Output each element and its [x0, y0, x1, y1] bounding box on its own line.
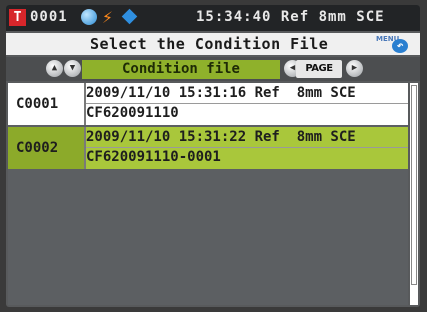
- condition-info: 2009/11/10 15:31:16 Ref 8mm SCE: [86, 85, 356, 101]
- back-arrow-icon: ↶: [392, 39, 408, 53]
- device-screen: T 0001 ⚡ 15:34:40 Ref 8mm SCE Select the…: [6, 5, 420, 307]
- divider: [86, 147, 408, 148]
- globe-icon: [81, 9, 97, 25]
- title-bar: Select the Condition File MENU ↶: [6, 33, 420, 55]
- down-arrow-button[interactable]: ▼: [64, 60, 81, 77]
- list-item[interactable]: C0001 2009/11/10 15:31:16 Ref 8mm SCE CF…: [8, 83, 408, 125]
- status-bar: T 0001 ⚡ 15:34:40 Ref 8mm SCE: [6, 5, 420, 31]
- condition-filename: CF620091110: [86, 105, 179, 121]
- page-right-button[interactable]: ▶: [346, 60, 363, 77]
- scrollbar[interactable]: [410, 83, 418, 305]
- list-item-selected[interactable]: C0002 2009/11/10 15:31:22 Ref 8mm SCE CF…: [8, 127, 408, 169]
- condition-info: 2009/11/10 15:31:22 Ref 8mm SCE: [86, 129, 356, 145]
- page-indicator: PAGE: [296, 60, 342, 78]
- condition-filename: CF620091110-0001: [86, 149, 221, 165]
- navigation-bar: ▲ ▼ Condition file ◀ PAGE ▶: [6, 57, 420, 81]
- menu-back-button[interactable]: MENU ↶: [376, 35, 414, 53]
- condition-file-header: Condition file: [82, 60, 280, 79]
- lightning-icon: ⚡: [102, 7, 113, 28]
- up-arrow-button[interactable]: ▲: [46, 60, 63, 77]
- scrollbar-thumb[interactable]: [411, 85, 417, 285]
- condition-id: C0002: [8, 127, 84, 169]
- page-title: Select the Condition File: [90, 35, 329, 53]
- target-icon: T: [9, 9, 26, 26]
- status-time-info: 15:34:40 Ref 8mm SCE: [196, 9, 385, 25]
- divider: [86, 103, 408, 104]
- diamond-icon: [121, 8, 138, 25]
- condition-id: C0001: [16, 96, 59, 112]
- condition-file-list: C0001 2009/11/10 15:31:16 Ref 8mm SCE CF…: [8, 83, 408, 305]
- target-number: 0001: [30, 9, 68, 25]
